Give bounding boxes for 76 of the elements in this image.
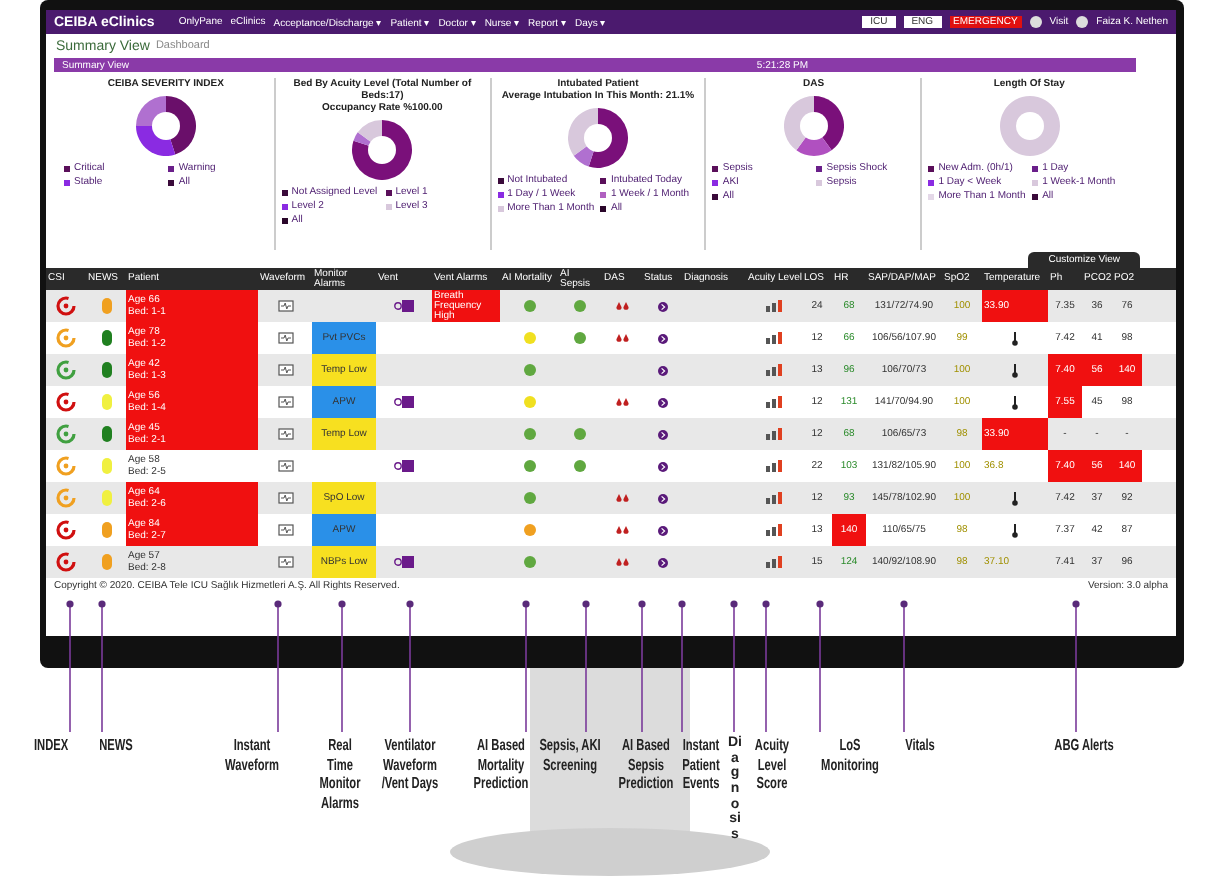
donut-chart-icon bbox=[999, 96, 1060, 156]
callout-label: Instant Patient Events bbox=[680, 736, 722, 793]
bar-level-icon bbox=[766, 556, 782, 568]
callout-line bbox=[816, 600, 824, 732]
callout-line bbox=[678, 600, 686, 732]
callout-label: INDEX bbox=[34, 736, 66, 755]
avatar-icon bbox=[1076, 16, 1089, 28]
thermometer-icon bbox=[1012, 331, 1018, 345]
callout-line bbox=[730, 600, 738, 732]
callout-label: Vitals bbox=[903, 736, 937, 755]
status-icon[interactable] bbox=[657, 301, 667, 311]
drops-icon bbox=[615, 334, 629, 342]
callout-line bbox=[98, 600, 106, 732]
bar-level-icon bbox=[766, 364, 782, 376]
callout-label: AI Based Mortality Prediction bbox=[471, 736, 531, 793]
callout-line bbox=[900, 600, 908, 732]
thermometer-icon bbox=[1012, 395, 1018, 409]
callout-label: LoS Monitoring bbox=[819, 736, 881, 774]
callout-label: ABG Alerts bbox=[1052, 736, 1116, 755]
callout-label: NEWS bbox=[97, 736, 135, 755]
drops-icon bbox=[615, 302, 629, 310]
callout-label: Instant Waveform bbox=[223, 736, 281, 774]
drops-icon bbox=[615, 558, 629, 566]
status-icon[interactable] bbox=[657, 333, 667, 343]
callout-line bbox=[274, 600, 282, 732]
monitor-icon[interactable] bbox=[277, 523, 293, 537]
status-icon[interactable] bbox=[657, 493, 667, 503]
callout-line bbox=[66, 600, 74, 732]
monitor-icon[interactable] bbox=[277, 299, 293, 313]
callout-line bbox=[406, 600, 414, 732]
thermometer-icon bbox=[1012, 523, 1018, 537]
status-icon[interactable] bbox=[657, 461, 667, 471]
monitor-icon[interactable] bbox=[277, 491, 293, 505]
bar-level-icon bbox=[766, 492, 782, 504]
monitor-icon[interactable] bbox=[277, 459, 293, 473]
bar-level-icon bbox=[766, 428, 782, 440]
callout-line bbox=[638, 600, 646, 732]
donut-chart-icon bbox=[135, 96, 196, 156]
thermometer-icon bbox=[1012, 491, 1018, 505]
status-icon[interactable] bbox=[657, 365, 667, 375]
callout-label: Sepsis, AKI Screening bbox=[538, 736, 602, 774]
ventilator-icon[interactable] bbox=[394, 556, 414, 568]
bar-level-icon bbox=[766, 460, 782, 472]
bar-level-icon bbox=[766, 332, 782, 344]
callout-line bbox=[1072, 600, 1080, 732]
ventilator-icon[interactable] bbox=[394, 396, 414, 408]
drops-icon bbox=[615, 398, 629, 406]
status-icon[interactable] bbox=[657, 397, 667, 407]
status-icon[interactable] bbox=[657, 429, 667, 439]
monitor-icon[interactable] bbox=[277, 395, 293, 409]
callout-line bbox=[582, 600, 590, 732]
monitor-icon[interactable] bbox=[277, 363, 293, 377]
status-icon[interactable] bbox=[657, 557, 667, 567]
callout-line bbox=[762, 600, 770, 732]
callout-label: AI Based Sepsis Prediction bbox=[616, 736, 676, 793]
drops-icon bbox=[615, 494, 629, 502]
bar-level-icon bbox=[766, 300, 782, 312]
callout-label: Real Time Monitor Alarms bbox=[317, 736, 363, 812]
ventilator-icon[interactable] bbox=[394, 300, 414, 312]
donut-chart-icon bbox=[352, 120, 413, 180]
thermometer-icon bbox=[1012, 363, 1018, 377]
drops-icon bbox=[615, 526, 629, 534]
status-icon[interactable] bbox=[657, 525, 667, 535]
avatar-icon bbox=[1029, 16, 1042, 28]
donut-chart-icon bbox=[567, 108, 628, 168]
bar-level-icon bbox=[766, 524, 782, 536]
ventilator-icon[interactable] bbox=[394, 460, 414, 472]
monitor-icon[interactable] bbox=[277, 555, 293, 569]
monitor-icon[interactable] bbox=[277, 427, 293, 441]
callout-line bbox=[338, 600, 346, 732]
donut-chart-icon bbox=[783, 96, 844, 156]
bar-level-icon bbox=[766, 396, 782, 408]
callout-line bbox=[522, 600, 530, 732]
monitor-icon[interactable] bbox=[277, 331, 293, 345]
callout-label: Acuity Level Score bbox=[752, 736, 792, 793]
callout-label: Ventilator Waveform /Vent Days bbox=[379, 736, 441, 793]
